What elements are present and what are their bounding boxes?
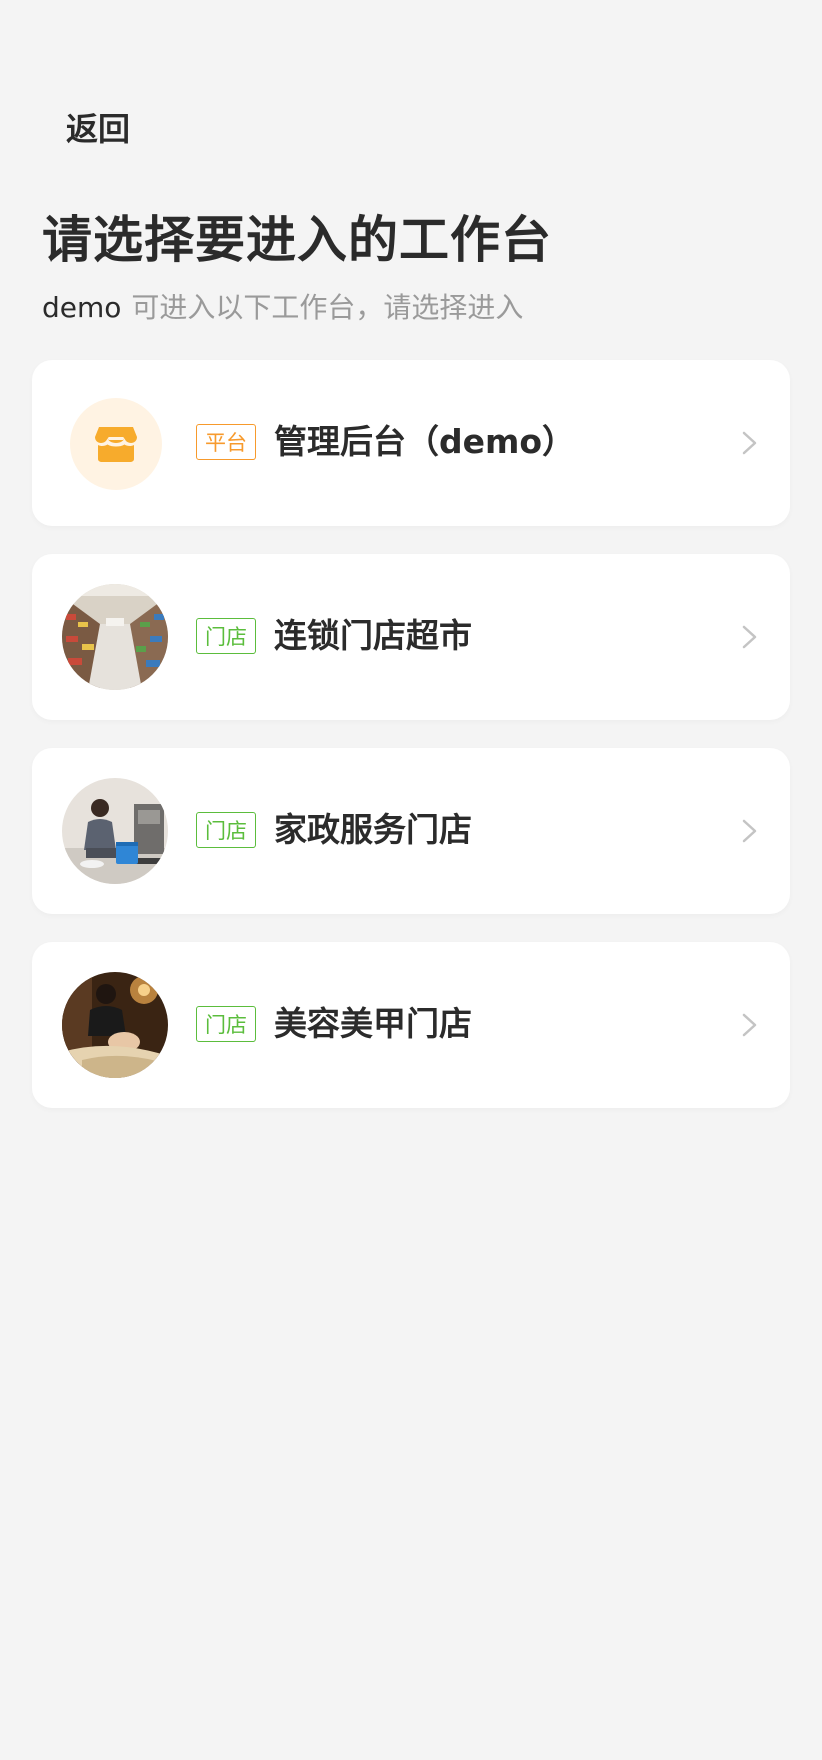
- workspace-name: 家政服务门店: [274, 810, 472, 849]
- tag-platform: 平台: [196, 424, 256, 460]
- chevron-right-icon: [742, 1013, 757, 1037]
- username: demo: [42, 291, 122, 324]
- workspace-card-beauty[interactable]: 门店 美容美甲门店: [32, 942, 790, 1108]
- back-button[interactable]: 返回: [66, 104, 130, 150]
- workspace-card-housekeeping[interactable]: 门店 家政服务门店: [32, 748, 790, 914]
- subtitle-text: 可进入以下工作台，请选择进入: [131, 291, 524, 324]
- chevron-right-icon: [742, 625, 757, 649]
- workspace-card-admin[interactable]: 平台 管理后台（demo）: [32, 360, 790, 526]
- workspace-name: 美容美甲门店: [274, 1004, 472, 1043]
- chevron-right-icon: [742, 431, 757, 455]
- page-subtitle: demo 可进入以下工作台，请选择进入: [42, 286, 523, 326]
- page-title: 请选择要进入的工作台: [42, 211, 552, 269]
- workspace-name: 管理后台（demo）: [274, 422, 576, 461]
- supermarket-photo: [62, 584, 168, 690]
- tag-store: 门店: [196, 618, 256, 654]
- workspace-card-supermarket[interactable]: 门店 连锁门店超市: [32, 554, 790, 720]
- workspace-name: 连锁门店超市: [274, 616, 472, 655]
- beauty-salon-photo: [62, 972, 168, 1078]
- housekeeping-photo: [62, 778, 168, 884]
- tag-store: 门店: [196, 812, 256, 848]
- store-icon: [70, 398, 162, 490]
- tag-store: 门店: [196, 1006, 256, 1042]
- chevron-right-icon: [742, 819, 757, 843]
